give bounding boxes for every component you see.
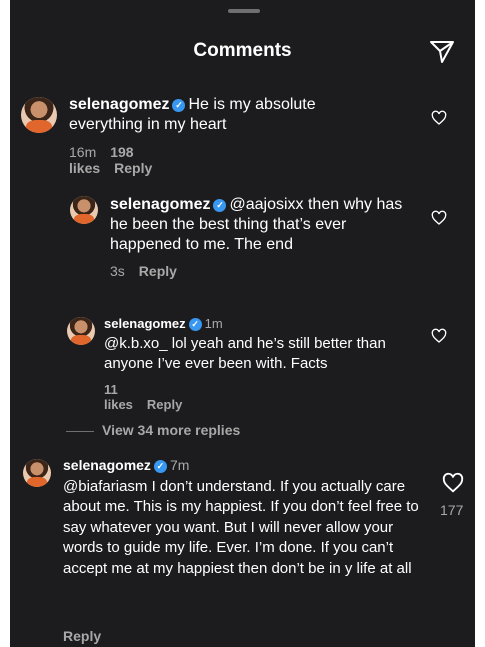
- comment-meta: 3s Reply: [110, 263, 191, 279]
- divider-line: [66, 430, 94, 432]
- heart-icon[interactable]: [442, 472, 464, 494]
- verified-badge-icon: ✓: [188, 318, 202, 331]
- comment-time: 16m: [69, 144, 97, 160]
- view-more-replies-button[interactable]: View 34 more replies: [66, 422, 240, 438]
- comment-body: @biafariasm I don’t understand. If you a…: [63, 477, 419, 577]
- comment-body: @k.b.xo_ lol yeah and he’s still better …: [104, 335, 386, 372]
- verified-badge-icon: ✓: [172, 99, 186, 112]
- username[interactable]: selenagomez: [104, 316, 186, 331]
- reply-button[interactable]: Reply: [63, 628, 101, 644]
- comment-text: selenagomez ✓ He is my absolute everything…: [69, 95, 374, 135]
- view-more-label: View 34 more replies: [102, 422, 241, 438]
- comment-text: selenagomez ✓ 1m @k.b.xo_ lol yeah and he’…: [104, 314, 414, 374]
- comment-text: selenagomez ✓ 7m @biafariasm I don’t under…: [63, 455, 433, 579]
- heart-icon[interactable]: [431, 328, 447, 344]
- comment-time: 1m: [204, 316, 223, 331]
- reply-button[interactable]: Reply: [114, 160, 152, 176]
- comment-time: 3s: [110, 263, 125, 279]
- avatar[interactable]: [21, 97, 57, 133]
- avatar[interactable]: [70, 196, 98, 224]
- heart-icon[interactable]: [431, 110, 447, 126]
- verified-badge-icon: ✓: [213, 199, 227, 212]
- username[interactable]: selenagomez: [63, 457, 151, 473]
- reply-button[interactable]: Reply: [147, 397, 182, 412]
- username[interactable]: selenagomez: [69, 96, 169, 113]
- reply-button[interactable]: Reply: [139, 263, 177, 279]
- avatar[interactable]: [23, 459, 51, 487]
- comment-meta: 16m 198 likes Reply: [69, 144, 166, 176]
- paper-plane-icon[interactable]: [428, 38, 456, 66]
- like-count: 177: [440, 502, 464, 518]
- comment-meta: Reply: [63, 628, 115, 644]
- comment-time: 7m: [169, 457, 190, 473]
- page-title: Comments: [193, 40, 292, 61]
- comment-text: selenagomez ✓ @aajosixx then why has he be…: [110, 195, 415, 255]
- heart-icon[interactable]: [431, 210, 447, 226]
- verified-badge-icon: ✓: [153, 460, 167, 473]
- comment-meta: 11 likes Reply: [104, 382, 196, 412]
- likes-count[interactable]: 11 likes: [104, 382, 133, 412]
- username[interactable]: selenagomez: [110, 196, 210, 213]
- drag-handle[interactable]: [228, 9, 260, 13]
- comments-sheet: Comments selenagomez ✓ He is my absolute e…: [10, 0, 475, 647]
- avatar[interactable]: [67, 317, 95, 345]
